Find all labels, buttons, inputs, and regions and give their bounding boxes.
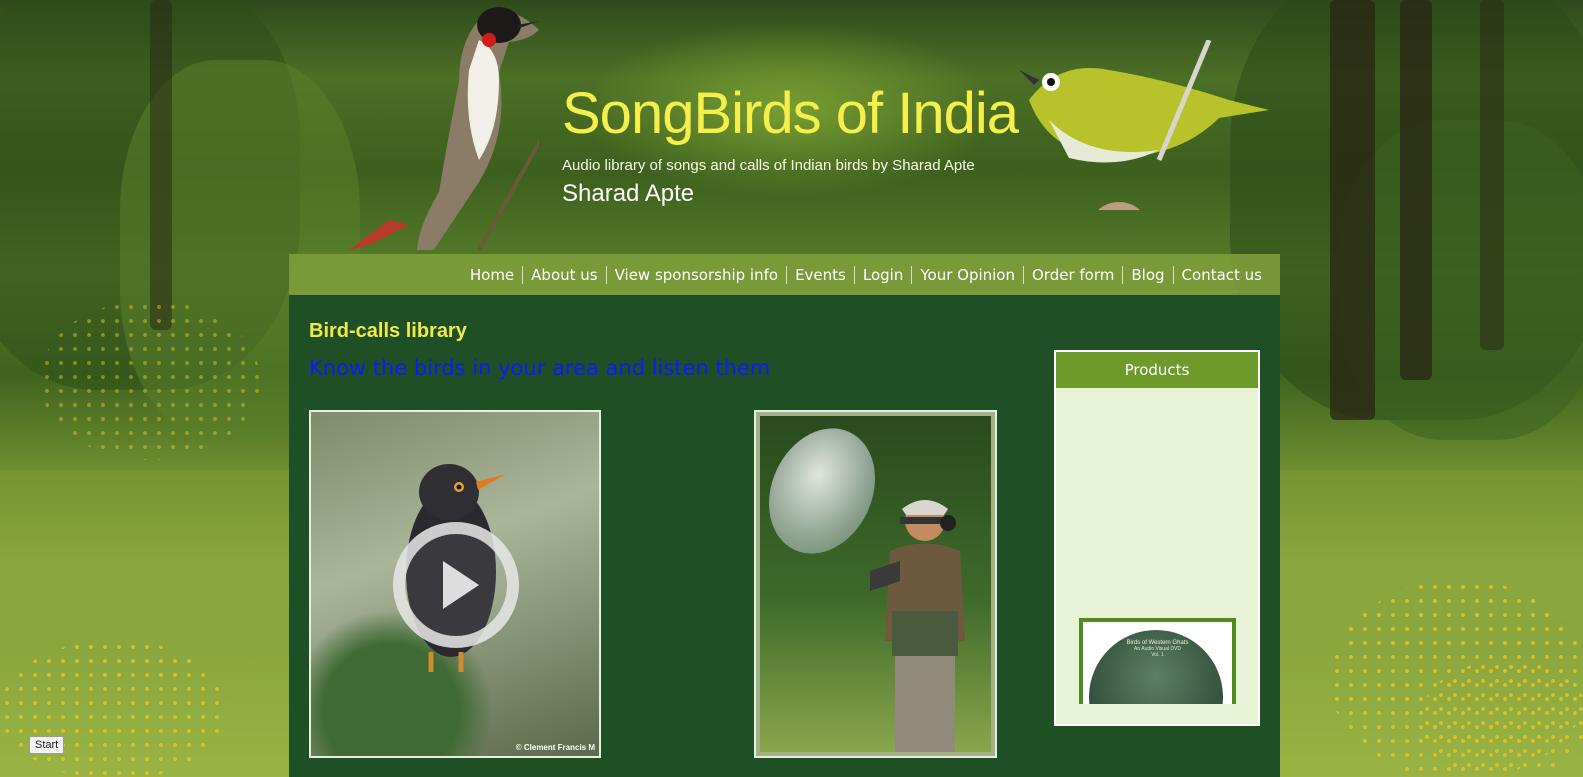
recordist-photo [754,410,997,758]
products-sidebar: Products Birds of Western Ghats An Audio… [1054,350,1260,726]
site-title: SongBirds of India [562,81,1019,146]
nav-blog[interactable]: Blog [1122,265,1172,284]
nav-contact-us[interactable]: Contact us [1172,265,1270,284]
play-icon [443,561,479,609]
bulbul-bird-illustration [349,7,539,250]
section-title: Bird-calls library [309,320,467,342]
product-volume: Vol. 1 [1151,652,1164,658]
nav-about-us[interactable]: About us [522,265,605,284]
product-dvd-thumbnail[interactable]: Birds of Western Ghats An Audio Visual D… [1079,618,1236,704]
site-header: SongBirds of India Audio library of song… [289,0,1280,255]
white-eye-bird-illustration [1019,40,1269,210]
sidebar-heading: Products [1056,352,1258,388]
nav-login[interactable]: Login [853,265,911,284]
start-button[interactable]: Start [29,736,65,754]
nav-your-opinion[interactable]: Your Opinion [911,265,1023,284]
nav-order-form[interactable]: Order form [1023,265,1122,284]
section-subtitle: Know the birds in your area and listen t… [309,356,771,380]
site-author: Sharad Apte [562,180,695,207]
nav-events[interactable]: Events [786,265,854,284]
nav-home[interactable]: Home [462,266,522,284]
bird-video-player[interactable]: © Clement Francis M [309,410,601,758]
recordist-person-image [870,500,965,752]
main-nav: Home About us View sponsorship info Even… [289,254,1280,295]
play-button[interactable] [393,522,519,648]
site-tagline: Audio library of songs and calls of Indi… [562,157,975,174]
main-content: Bird-calls library Know the birds in you… [289,295,1280,777]
nav-view-sponsorship-info[interactable]: View sponsorship info [605,265,786,284]
photo-credit: © Clement Francis M [515,743,595,752]
